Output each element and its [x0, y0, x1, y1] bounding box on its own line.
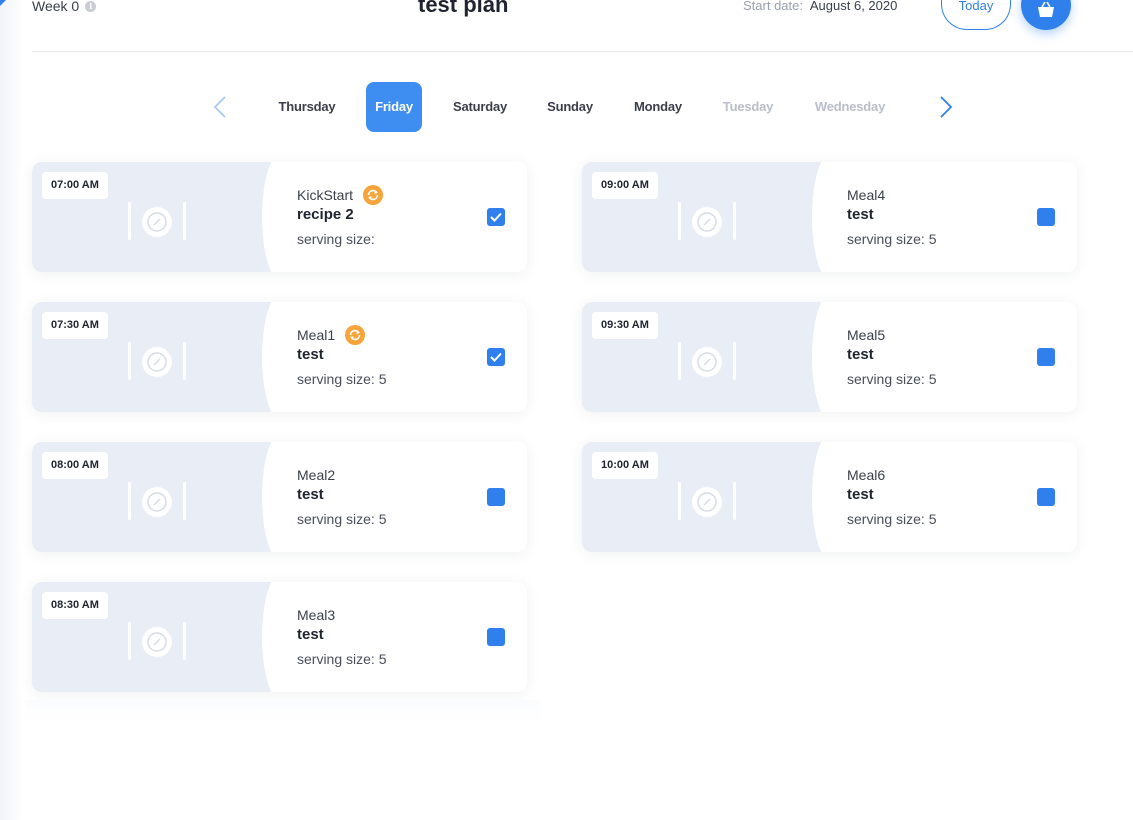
today-button[interactable]: Today: [941, 0, 1011, 30]
meal-image-placeholder: 10:00 AM: [582, 442, 852, 552]
meal-image-placeholder: 07:30 AM: [32, 302, 302, 412]
plate-cutlery-icon: [678, 202, 736, 240]
day-tab-sunday[interactable]: Sunday: [536, 82, 604, 132]
serving-size: serving size: 5: [297, 511, 387, 527]
meal-name-row: Meal6: [847, 466, 936, 484]
meal-time: 07:00 AM: [42, 172, 108, 199]
meal-card[interactable]: 08:30 AM Meal3 test serving size: 5: [32, 582, 527, 692]
checkmark-icon: [490, 352, 502, 362]
meal-completed-checkbox[interactable]: [487, 348, 505, 366]
meal-card[interactable]: 09:30 AM Meal5 test serving size: 5: [582, 302, 1077, 412]
meal-name-row: Meal1: [297, 325, 386, 345]
meal-name-row: Meal3: [297, 606, 386, 624]
meal-name: Meal2: [297, 467, 336, 483]
meal-time: 09:00 AM: [592, 172, 658, 199]
plate-cutlery-icon: [678, 342, 736, 380]
meal-image-placeholder: 09:00 AM: [582, 162, 852, 272]
meal-time: 08:00 AM: [42, 452, 108, 479]
start-date: Start date: August 6, 2020: [743, 0, 897, 13]
meal-time: 07:30 AM: [42, 312, 108, 339]
plate-cutlery-icon: [128, 622, 186, 660]
meal-time: 10:00 AM: [592, 452, 658, 479]
recipe-name[interactable]: test: [847, 206, 936, 223]
list-fade: [25, 700, 540, 722]
serving-size: serving size: 5: [847, 371, 937, 387]
meal-card[interactable]: 07:30 AM Meal1 test serving size: 5: [32, 302, 527, 412]
page-title: test plan: [418, 0, 509, 17]
recipe-name[interactable]: test: [847, 486, 936, 503]
week-indicator: Week 0 i: [32, 0, 97, 14]
meal-time: 08:30 AM: [42, 592, 108, 619]
meal-image-placeholder: 08:30 AM: [32, 582, 302, 692]
meal-info: Meal4 test serving size: 5: [847, 186, 936, 247]
meal-name: Meal6: [847, 467, 886, 483]
meal-info: Meal2 test serving size: 5: [297, 466, 386, 527]
plate-cutlery-icon: [678, 482, 736, 520]
meal-name: Meal3: [297, 607, 336, 623]
meal-card[interactable]: 09:00 AM Meal4 test serving size: 5: [582, 162, 1077, 272]
meal-completed-checkbox[interactable]: [487, 208, 505, 226]
meal-card[interactable]: 08:00 AM Meal2 test serving size: 5: [32, 442, 527, 552]
corner-marker: [0, 0, 6, 6]
meal-info: KickStart recipe 2 serving size:: [297, 185, 384, 247]
meal-info: Meal6 test serving size: 5: [847, 466, 936, 527]
week-label: Week 0: [32, 0, 80, 14]
meal-name-row: Meal4: [847, 186, 936, 204]
serving-size: serving size: 5: [297, 651, 387, 667]
chevron-right-icon[interactable]: [934, 94, 956, 120]
meal-completed-checkbox[interactable]: [1037, 208, 1055, 226]
day-tab-wednesday[interactable]: Wednesday: [802, 82, 898, 132]
meal-image-placeholder: 07:00 AM: [32, 162, 302, 272]
recipe-name[interactable]: test: [297, 626, 386, 643]
plate-cutlery-icon: [128, 202, 186, 240]
left-panel-edge: [0, 0, 22, 820]
meal-name-row: Meal2: [297, 466, 386, 484]
day-tab-thursday[interactable]: Thursday: [268, 82, 346, 132]
day-tab-tuesday[interactable]: Tuesday: [712, 82, 784, 132]
serving-size: serving size: 5: [847, 231, 937, 247]
meal-name: Meal1: [297, 327, 336, 343]
meal-card[interactable]: 07:00 AM KickStart recipe 2 serving size…: [32, 162, 527, 272]
meal-completed-checkbox[interactable]: [1037, 348, 1055, 366]
meal-name: Meal5: [847, 327, 886, 343]
day-tab-saturday[interactable]: Saturday: [442, 82, 518, 132]
meal-name: Meal4: [847, 187, 886, 203]
recipe-name[interactable]: test: [847, 346, 936, 363]
meal-info: Meal1 test serving size: 5: [297, 325, 387, 387]
meal-card[interactable]: 10:00 AM Meal6 test serving size: 5: [582, 442, 1077, 552]
shopping-basket-button[interactable]: [1021, 0, 1071, 30]
serving-size: serving size:: [297, 231, 375, 247]
swap-recipe-icon[interactable]: [345, 325, 366, 345]
plate-cutlery-icon: [128, 342, 186, 380]
plate-cutlery-icon: [128, 482, 186, 520]
meal-image-placeholder: 08:00 AM: [32, 442, 302, 552]
meal-completed-checkbox[interactable]: [1037, 488, 1055, 506]
meal-name-row: KickStart: [297, 185, 384, 205]
meal-time: 09:30 AM: [592, 312, 658, 339]
recipe-name[interactable]: test: [297, 486, 386, 503]
checkmark-icon: [490, 212, 502, 222]
meal-image-placeholder: 09:30 AM: [582, 302, 852, 412]
meal-completed-checkbox[interactable]: [487, 488, 505, 506]
recipe-name[interactable]: test: [297, 346, 386, 363]
meal-name: KickStart: [297, 187, 354, 203]
day-navigation: Thursday Friday Saturday Sunday Monday T…: [210, 82, 970, 132]
day-tab-friday[interactable]: Friday: [366, 82, 422, 132]
meal-info: Meal5 test serving size: 5: [847, 326, 936, 387]
basket-icon: [1038, 2, 1054, 17]
day-tab-monday[interactable]: Monday: [622, 82, 694, 132]
meal-completed-checkbox[interactable]: [487, 628, 505, 646]
serving-size: serving size: 5: [297, 371, 387, 387]
meal-info: Meal3 test serving size: 5: [297, 606, 386, 667]
chevron-left-icon[interactable]: [210, 94, 232, 120]
swap-recipe-icon[interactable]: [363, 185, 384, 205]
info-icon[interactable]: i: [85, 0, 97, 12]
start-date-value: August 6, 2020: [809, 0, 898, 13]
serving-size: serving size: 5: [847, 511, 937, 527]
recipe-name[interactable]: recipe 2: [297, 206, 383, 223]
meal-name-row: Meal5: [847, 326, 936, 344]
plan-header: Week 0 i test plan Start date: August 6,…: [32, 0, 1133, 52]
start-date-label: Start date:: [743, 0, 803, 13]
